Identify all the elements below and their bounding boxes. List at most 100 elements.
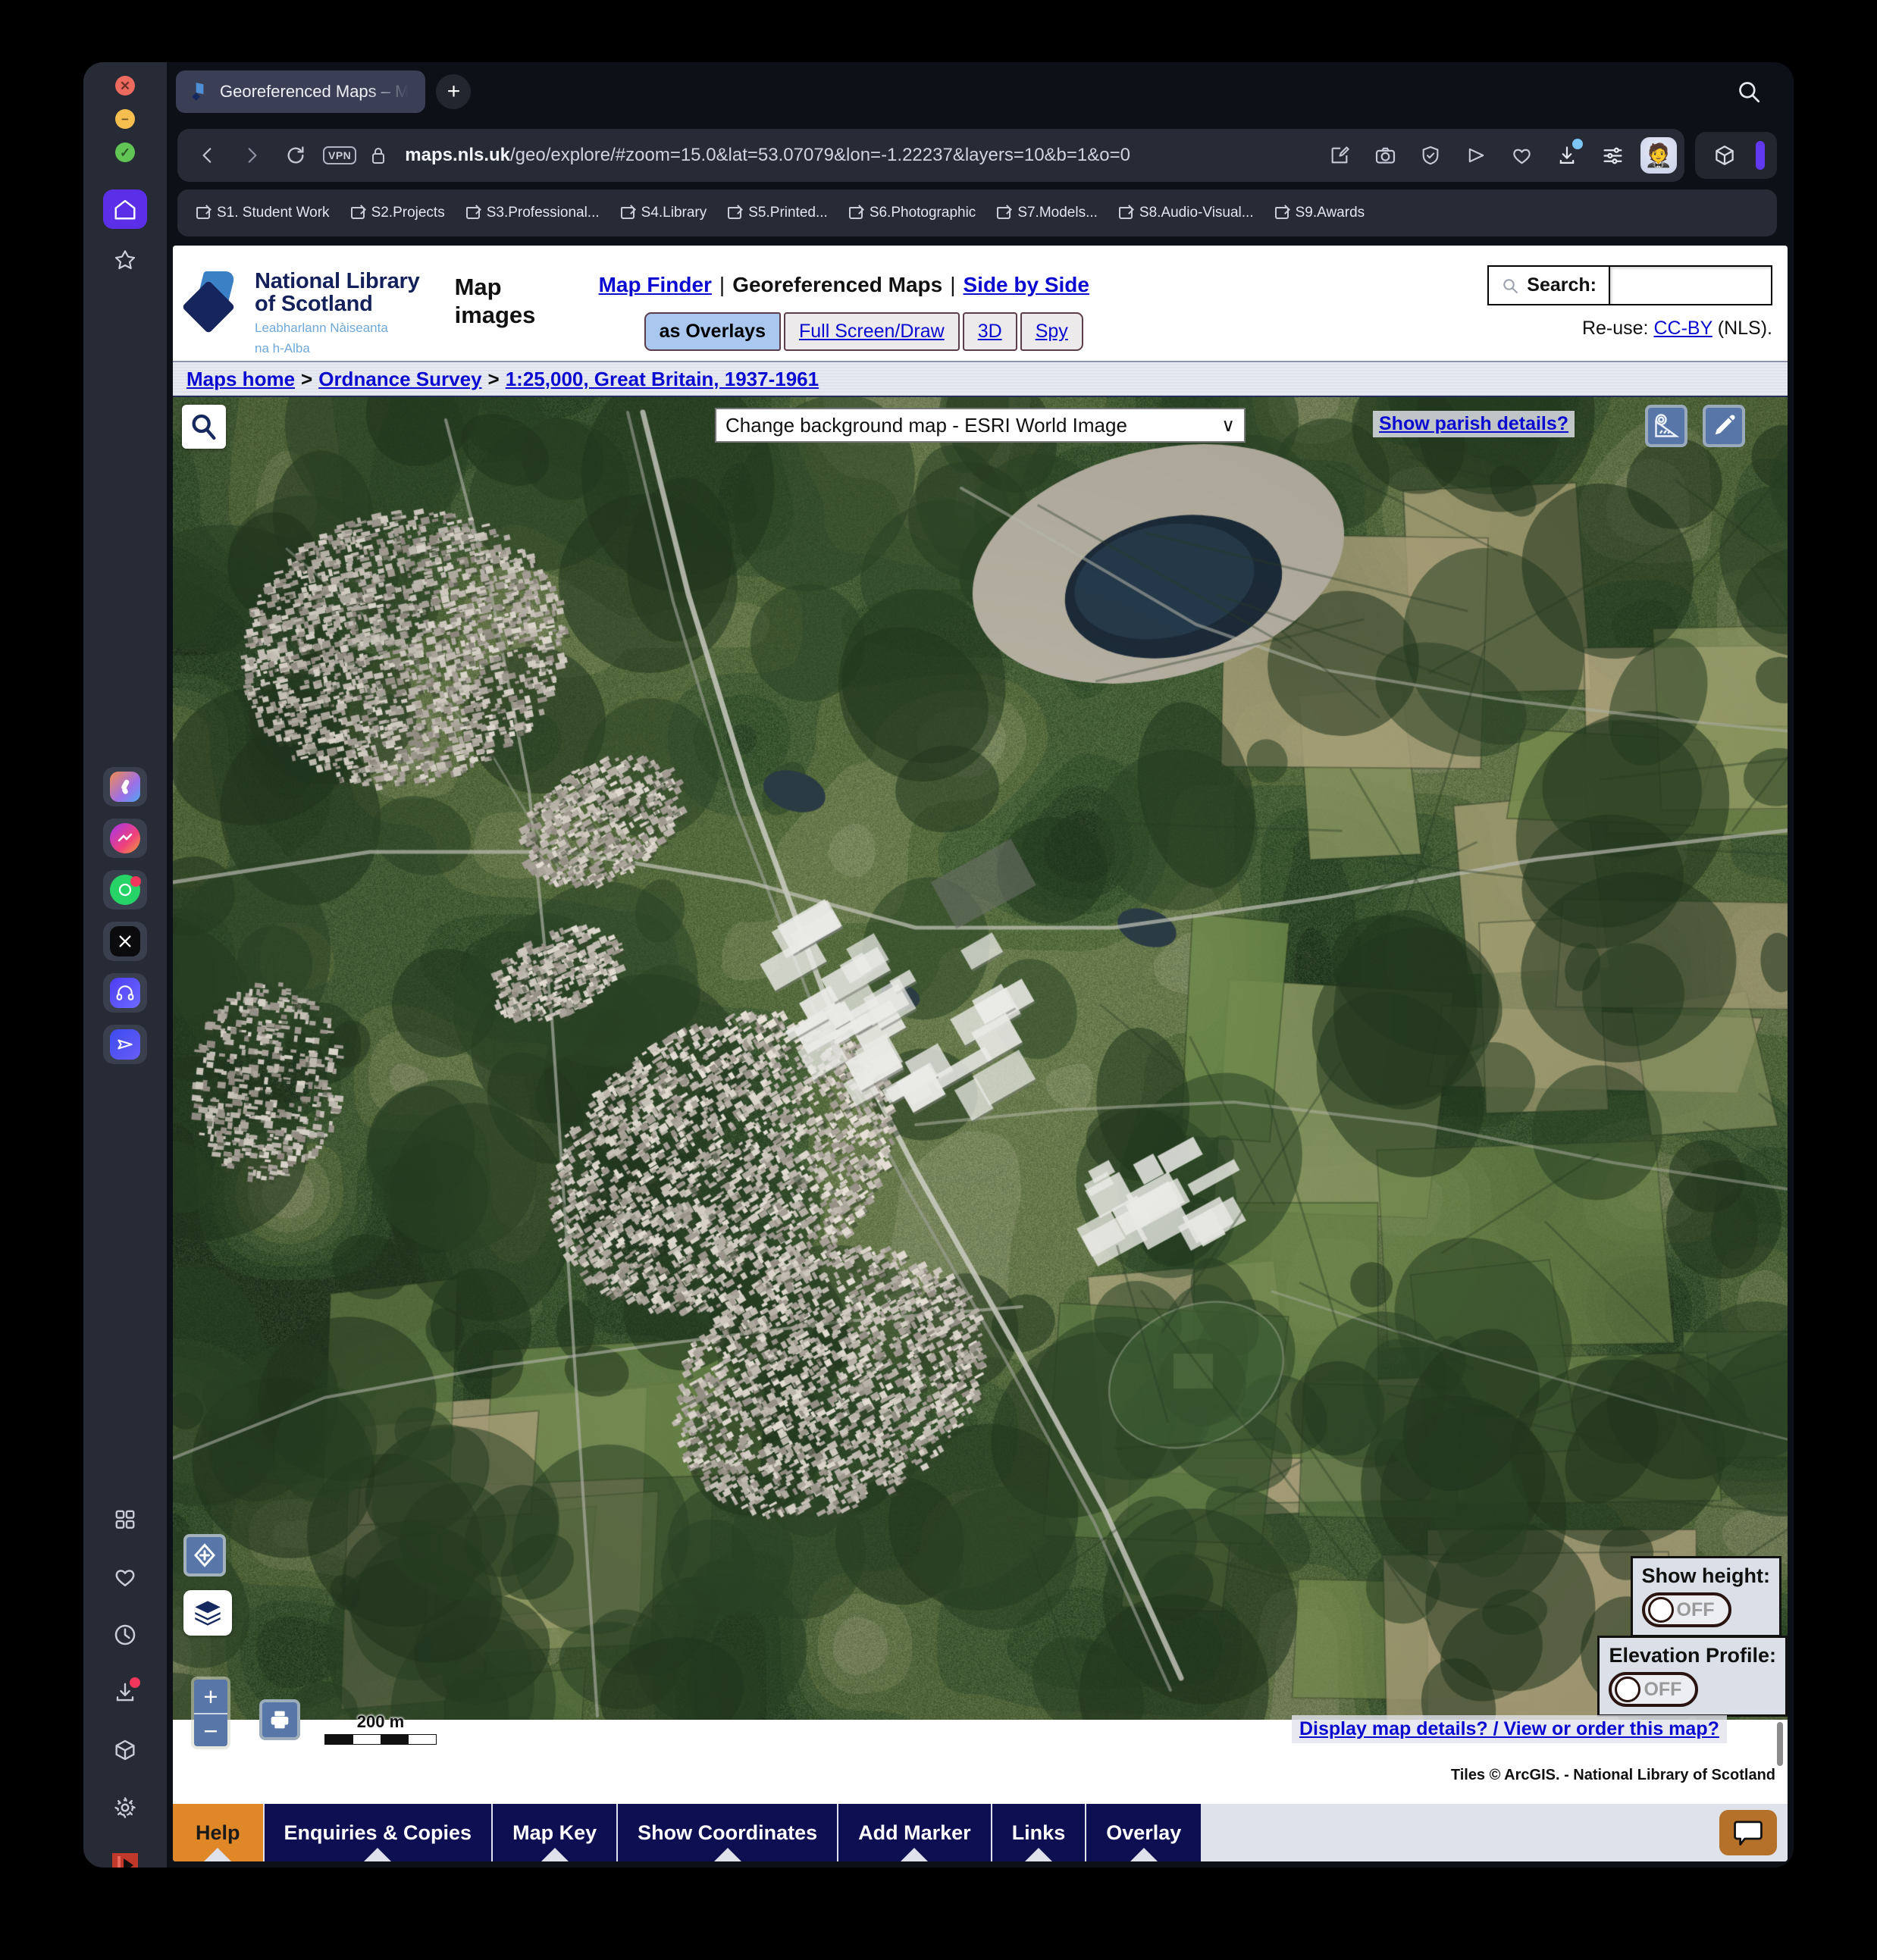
folder-icon <box>350 207 365 219</box>
settings-gear-icon[interactable] <box>108 1790 143 1825</box>
bottom-button-add-marker[interactable]: Add Marker <box>838 1804 991 1861</box>
star-icon[interactable] <box>103 240 147 279</box>
mode-button-as-overlays[interactable]: as Overlays <box>644 312 781 351</box>
bookmark-item[interactable]: S1. Student Work <box>188 200 338 226</box>
new-tab-button[interactable]: + <box>436 74 472 109</box>
nav-link-map-finder[interactable]: Map Finder <box>599 273 712 296</box>
background-map-select[interactable]: Change background map - ESRI World Image… <box>715 408 1246 443</box>
browser-window: ✕ − ✓ Georeferenced Maps – M + VPN maps.… <box>83 62 1794 1868</box>
annotate-note-icon[interactable] <box>1322 138 1357 173</box>
minimize-window-button[interactable]: − <box>115 109 135 129</box>
bookmark-item[interactable]: S5.Printed... <box>719 200 836 226</box>
breadcrumb-separator: > <box>487 367 500 390</box>
nav-separator: | <box>719 273 725 296</box>
notification-badge <box>130 876 141 887</box>
maximize-window-button[interactable]: ✓ <box>115 142 135 162</box>
show-height-state: OFF <box>1676 1598 1715 1620</box>
url-text[interactable]: maps.nls.uk/geo/explore/#zoom=15.0&lat=5… <box>396 145 1310 166</box>
music-headphones-app-icon[interactable] <box>103 973 147 1013</box>
home-icon[interactable] <box>103 189 147 229</box>
window-search-icon[interactable] <box>1736 79 1762 108</box>
bottom-button-enquiries-copies[interactable]: Enquiries & Copies <box>264 1804 492 1861</box>
bottom-button-help[interactable]: Help <box>173 1804 263 1861</box>
measure-tool-icon[interactable] <box>1645 405 1687 447</box>
bookmark-item[interactable]: S2.Projects <box>343 200 453 226</box>
breadcrumb-ordnance-survey[interactable]: Ordnance Survey <box>318 368 481 391</box>
forward-button[interactable] <box>232 136 271 175</box>
breadcrumb-map-series[interactable]: 1:25,000, Great Britain, 1937-1961 <box>506 368 819 391</box>
display-map-details-link[interactable]: Display map details? / View or order thi… <box>1292 1715 1727 1743</box>
close-window-button[interactable]: ✕ <box>115 76 135 95</box>
messenger-app-icon[interactable] <box>103 819 147 858</box>
search-input[interactable] <box>1609 267 1771 304</box>
arc-app-icon[interactable] <box>103 767 147 806</box>
screenshot-camera-icon[interactable] <box>1368 138 1402 173</box>
zoom-out-button[interactable]: − <box>194 1713 227 1746</box>
show-parish-details-link[interactable]: Show parish details? <box>1373 411 1575 437</box>
draw-pencil-tool-icon[interactable] <box>1703 405 1745 447</box>
whatsapp-app-icon[interactable] <box>103 870 147 910</box>
vpn-badge[interactable]: VPN <box>323 146 357 164</box>
bookmark-item[interactable]: S8.Audio-Visual... <box>1111 200 1262 226</box>
bookmark-item[interactable]: S6.Photographic <box>841 200 985 226</box>
bookmark-item[interactable]: S7.Models... <box>989 200 1106 226</box>
map-viewport[interactable]: Change background map - ESRI World Image… <box>173 397 1788 1804</box>
nav-link-side-by-side[interactable]: Side by Side <box>963 273 1089 296</box>
nav-separator: | <box>950 273 956 296</box>
sidebar-toggle-indicator[interactable] <box>1756 141 1765 170</box>
map-scrollbar[interactable] <box>1777 1722 1783 1766</box>
mode-button-3d[interactable]: 3D <box>962 312 1017 351</box>
cube-extension-icon[interactable] <box>1707 138 1742 173</box>
bottom-button-show-coordinates[interactable]: Show Coordinates <box>618 1804 838 1861</box>
elevation-profile-state: OFF <box>1644 1678 1682 1700</box>
zoom-in-button[interactable]: + <box>194 1680 227 1713</box>
video-player-icon[interactable] <box>108 1848 143 1868</box>
show-height-toggle-box: Show height: OFF <box>1630 1556 1781 1637</box>
layers-button[interactable] <box>183 1590 232 1636</box>
downloads-icon[interactable] <box>108 1675 143 1710</box>
downloads-icon[interactable] <box>1550 138 1584 173</box>
elevation-profile-toggle[interactable]: OFF <box>1609 1672 1699 1707</box>
map-imagery[interactable] <box>173 397 1788 1720</box>
bookmark-label: S4.Library <box>641 205 707 221</box>
folder-icon <box>728 207 742 219</box>
scale-label: 200 m <box>356 1712 405 1731</box>
mode-button-spy[interactable]: Spy <box>1020 312 1083 351</box>
lock-icon[interactable] <box>365 136 391 175</box>
reload-button[interactable] <box>276 136 315 175</box>
bottom-button-links[interactable]: Links <box>992 1804 1086 1861</box>
folder-icon <box>620 207 635 219</box>
nls-logo[interactable]: National Library of Scotland Leabharlann… <box>181 256 420 356</box>
search-box: Search: <box>1487 265 1772 305</box>
folder-icon <box>465 207 480 219</box>
bookmark-item[interactable]: S9.Awards <box>1267 200 1374 226</box>
share-send-icon[interactable] <box>1459 138 1493 173</box>
show-height-toggle[interactable]: OFF <box>1641 1592 1731 1627</box>
bottom-button-overlay[interactable]: Overlay <box>1086 1804 1202 1861</box>
favorites-heart-icon[interactable] <box>1504 138 1539 173</box>
address-bar[interactable]: VPN maps.nls.uk/geo/explore/#zoom=15.0&l… <box>177 129 1684 182</box>
geolocate-button[interactable] <box>183 1534 226 1576</box>
chat-help-button[interactable] <box>1719 1810 1777 1855</box>
browser-tab[interactable]: Georeferenced Maps – M <box>176 70 426 113</box>
profile-avatar[interactable]: 🤵 <box>1640 137 1677 174</box>
history-clock-icon[interactable] <box>108 1617 143 1652</box>
shield-icon[interactable] <box>1413 138 1448 173</box>
x-app-icon[interactable] <box>103 922 147 961</box>
web-page-content: National Library of Scotland Leabharlann… <box>173 246 1788 1861</box>
map-search-icon[interactable] <box>182 405 226 449</box>
scale-bar: 200 m <box>324 1712 437 1745</box>
telegram-send-app-icon[interactable] <box>103 1025 147 1064</box>
settings-sliders-icon[interactable] <box>1595 138 1630 173</box>
bottom-button-map-key[interactable]: Map Key <box>493 1804 617 1861</box>
cc-by-link[interactable]: CC-BY <box>1653 318 1712 339</box>
print-button[interactable] <box>259 1699 300 1740</box>
heart-icon[interactable] <box>108 1560 143 1595</box>
cube-icon[interactable] <box>108 1733 143 1767</box>
bookmark-item[interactable]: S4.Library <box>613 200 716 226</box>
mode-button-full-screen-draw[interactable]: Full Screen/Draw <box>783 312 960 351</box>
apps-grid-icon[interactable] <box>108 1502 143 1537</box>
bookmark-item[interactable]: S3.Professional... <box>458 200 608 226</box>
breadcrumb-maps-home[interactable]: Maps home <box>186 368 295 391</box>
back-button[interactable] <box>188 136 227 175</box>
